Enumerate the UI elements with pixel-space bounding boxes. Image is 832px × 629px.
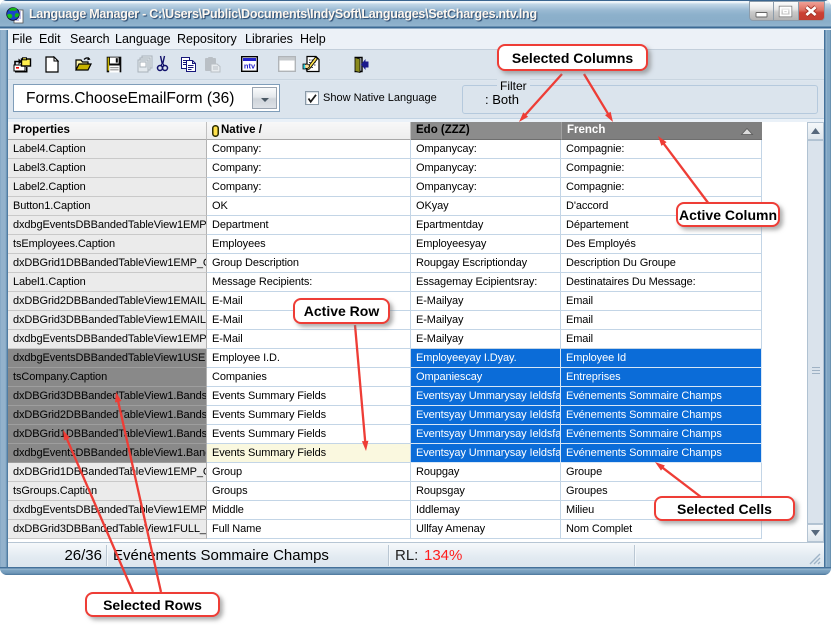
svg-text:ntv: ntv <box>244 62 256 71</box>
